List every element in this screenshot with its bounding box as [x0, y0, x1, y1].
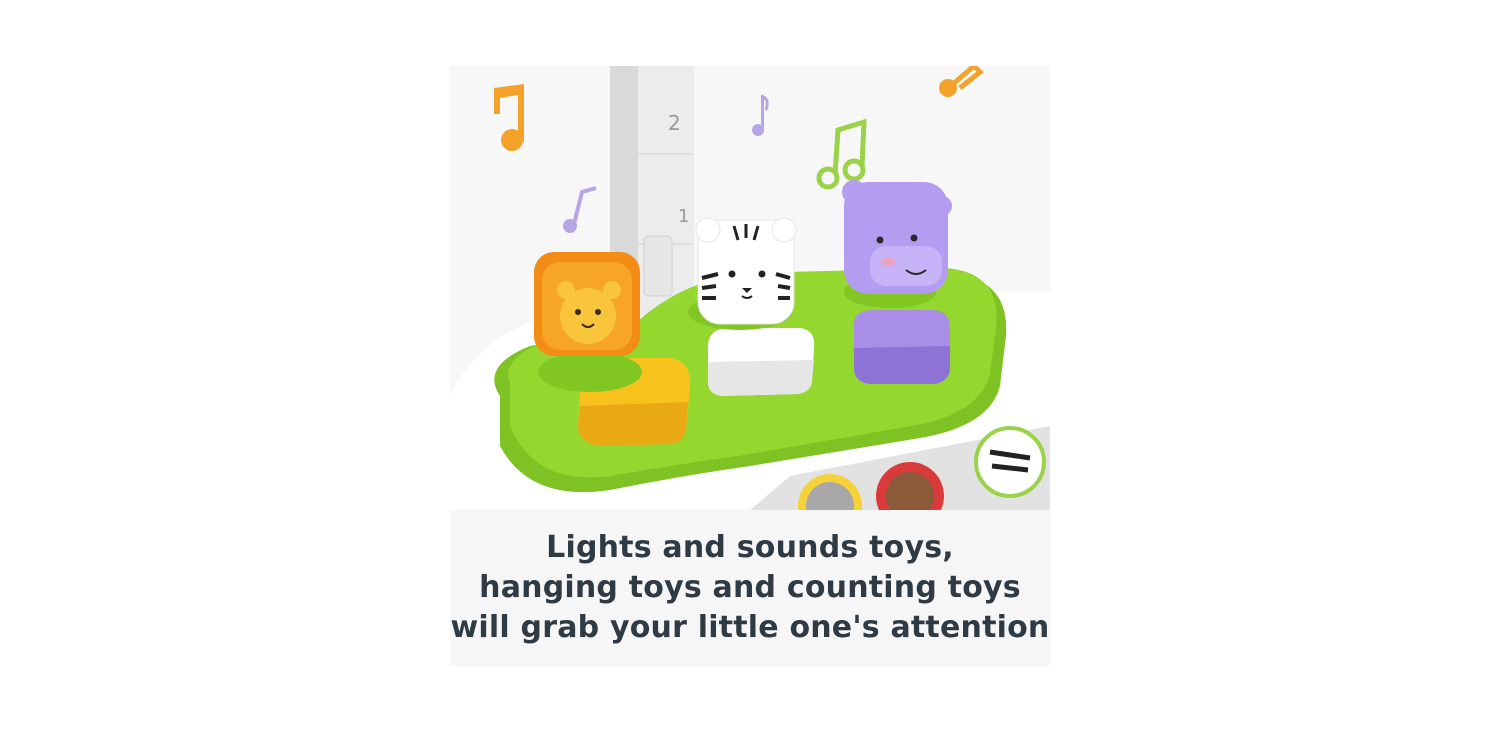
product-feature-card: 2 1 Lights and sounds toys, hanging toys…	[450, 66, 1050, 666]
product-photo: 2 1	[450, 66, 1050, 510]
lion-toy-icon	[534, 252, 640, 356]
tiger-toy-icon	[695, 217, 797, 325]
feature-caption: Lights and sounds toys, hanging toys and…	[450, 510, 1050, 666]
hippo-toy-icon	[842, 180, 952, 294]
caption-line-3: will grab your little one's attention	[450, 610, 1050, 645]
caption-line-2: hanging toys and counting toys	[479, 570, 1021, 605]
toy-tray-illustration: 2 1	[450, 66, 1050, 510]
pole-number-1: 1	[678, 206, 689, 227]
caption-line-1: Lights and sounds toys,	[546, 530, 954, 565]
pole-number-2: 2	[668, 111, 681, 135]
